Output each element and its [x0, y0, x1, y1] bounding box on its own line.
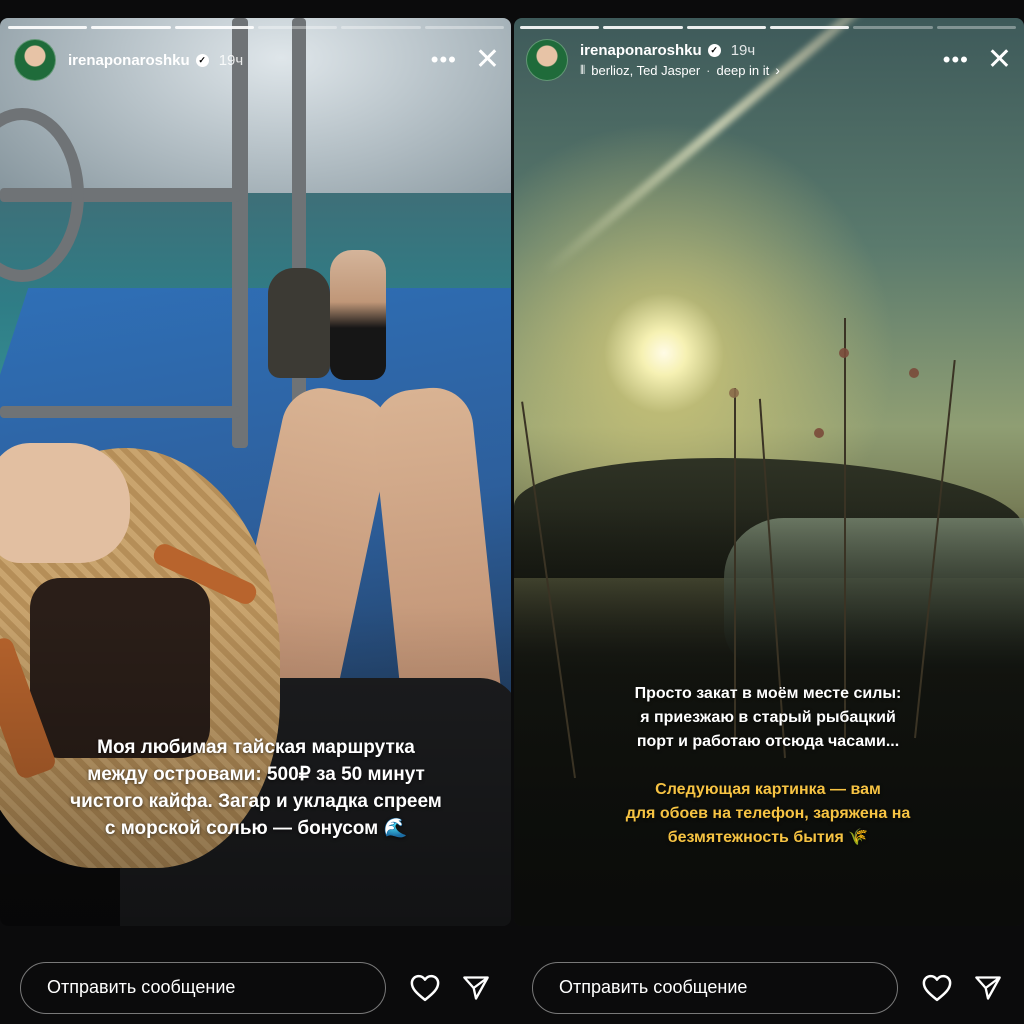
story-left[interactable]: irenaponaroshku ✓ 19ч ••• ✕ Моя любимая … — [0, 0, 512, 1024]
music-attribution[interactable]: ⦀ berlioz, Ted Jasper · deep in it › — [580, 62, 780, 78]
grass-flower — [909, 368, 919, 378]
rail-horizontal-low — [0, 406, 240, 418]
message-input[interactable]: Отправить сообщение — [532, 962, 898, 1014]
close-icon[interactable]: ✕ — [475, 45, 500, 75]
music-bars-icon: ⦀ — [580, 62, 586, 77]
progress-segment — [174, 26, 254, 29]
caption-line-highlight: безмятежность бытия 🌾 — [667, 829, 869, 846]
progress-segment — [8, 26, 88, 29]
progress-segment — [341, 26, 421, 29]
reply-bar: Отправить сообщение — [0, 926, 512, 1024]
grass-flower — [814, 428, 824, 438]
hand — [0, 443, 130, 563]
more-icon[interactable]: ••• — [943, 49, 969, 71]
grass-flower — [729, 388, 739, 398]
timestamp: 19ч — [218, 51, 244, 69]
progress-segment — [91, 26, 171, 29]
verified-icon: ✓ — [707, 44, 721, 57]
progress-segment — [769, 26, 850, 29]
progress-segment — [853, 26, 933, 29]
separator: · — [706, 62, 711, 78]
grass-stalk — [844, 318, 846, 738]
send-icon[interactable] — [974, 974, 1002, 1002]
caption-line: порт и работаю отсюда часами... — [636, 733, 900, 750]
music-track: deep in it — [716, 62, 770, 78]
reply-bar: Отправить сообщение — [512, 926, 1024, 1024]
progress-segment — [936, 26, 1016, 29]
progress-segment — [520, 26, 600, 29]
progress-segment — [257, 26, 338, 29]
story-meta: irenaponaroshku ✓ 19ч ⦀ berlioz, Ted Jas… — [580, 42, 780, 78]
caption-line: между островами: 500₽ за 50 минут — [87, 764, 425, 785]
music-artists: berlioz, Ted Jasper — [591, 62, 701, 78]
rail-vertical — [232, 18, 248, 448]
caption-line: Просто закат в моём месте силы: — [634, 685, 902, 702]
caption-line: с морской солью — бонусом 🌊 — [104, 818, 408, 839]
story-right[interactable]: irenaponaroshku ✓ 19ч ⦀ berlioz, Ted Jas… — [512, 0, 1024, 1024]
story-meta: irenaponaroshku ✓ 19ч — [68, 52, 243, 69]
more-icon[interactable]: ••• — [431, 49, 457, 71]
progress-bar — [8, 26, 504, 29]
message-input[interactable]: Отправить сообщение — [20, 962, 386, 1014]
story-header: irenaponaroshku ✓ 19ч ⦀ berlioz, Ted Jas… — [526, 38, 1012, 82]
caption-line: Моя любимая тайская маршрутка — [97, 737, 415, 758]
username[interactable]: irenaponaroshku — [68, 52, 190, 69]
close-icon[interactable]: ✕ — [987, 45, 1012, 75]
send-icon[interactable] — [462, 974, 490, 1002]
avatar[interactable] — [14, 39, 56, 81]
person-sitting — [268, 268, 330, 378]
progress-segment — [424, 26, 504, 29]
avatar[interactable] — [526, 39, 568, 81]
caption-line: чистого кайфа. Загар и укладка спреем — [70, 791, 442, 812]
story-caption: Моя любимая тайская маршрутка между остр… — [20, 734, 492, 842]
caption-line-highlight: для обоев на телефон, заряжена на — [625, 805, 911, 822]
username[interactable]: irenaponaroshku — [580, 42, 702, 59]
caption-gap — [552, 754, 984, 778]
caption-line-highlight: Следующая картинка — вам — [655, 781, 881, 798]
progress-segment — [603, 26, 683, 29]
caption-line: я приезжаю в старый рыбацкий — [640, 709, 896, 726]
heart-icon[interactable] — [922, 974, 952, 1002]
story-header: irenaponaroshku ✓ 19ч ••• ✕ — [14, 38, 500, 82]
chevron-right-icon: › — [775, 62, 780, 78]
grass-flower — [839, 348, 849, 358]
timestamp: 19ч — [730, 42, 756, 59]
progress-segment — [686, 26, 766, 29]
progress-bar — [520, 26, 1016, 29]
person-sitting-2 — [330, 250, 386, 380]
heart-icon[interactable] — [410, 974, 440, 1002]
verified-icon: ✓ — [195, 53, 209, 67]
divider — [511, 0, 513, 1024]
story-caption: Просто закат в моём месте силы: я приезж… — [552, 682, 984, 850]
